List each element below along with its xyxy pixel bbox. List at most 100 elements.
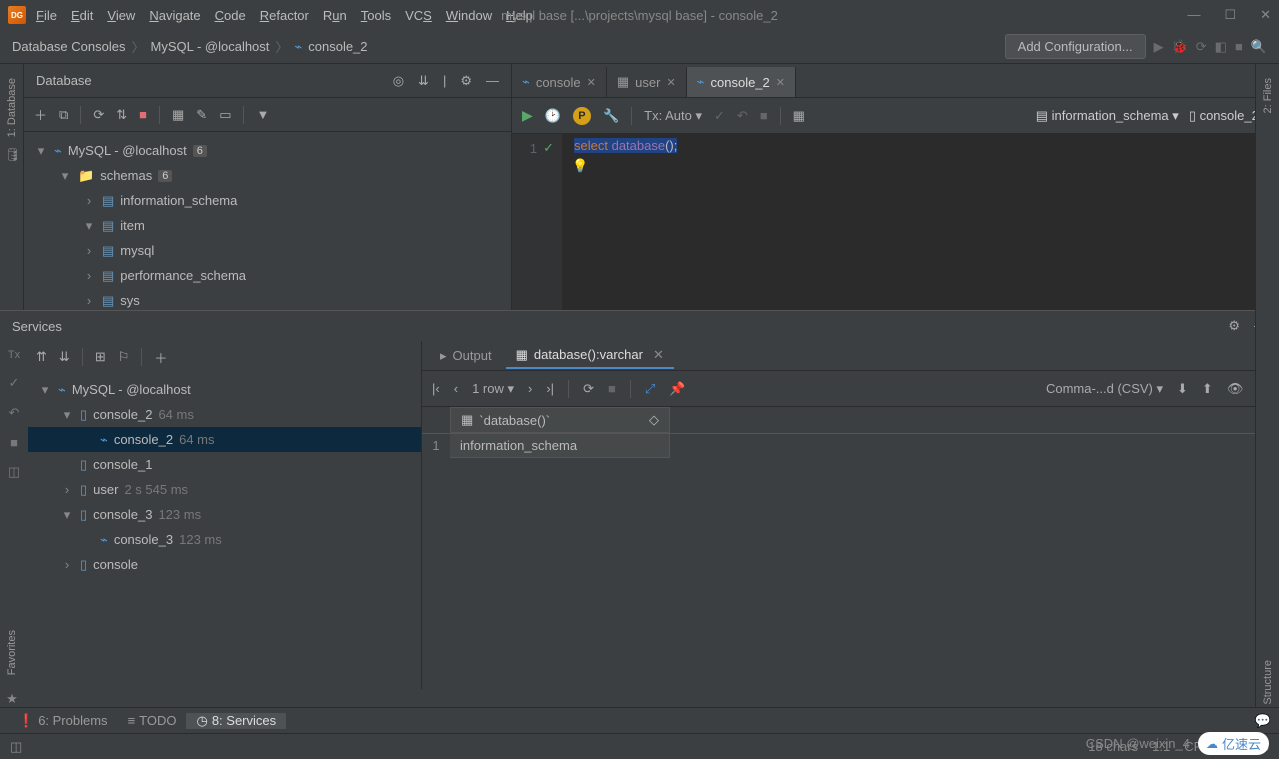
close-icon[interactable]: ✕ [776,76,785,89]
ddl-icon[interactable]: ▭ [219,107,231,123]
problems-tool-tab[interactable]: ❗6: Problems [8,713,118,729]
menu-view[interactable]: View [107,8,135,23]
add-configuration-button[interactable]: Add Configuration... [1005,34,1146,59]
svc-item[interactable]: ▾▯console_2 64 ms [28,402,421,427]
rollback-icon[interactable]: ↶ [737,108,748,124]
tab-result[interactable]: ▦database():varchar✕ [506,343,674,369]
view-icon[interactable]: ▦ [793,108,805,124]
collapse-icon[interactable]: ⇊ [418,73,429,89]
tree-schema-item[interactable]: ›▤mysql [24,238,511,263]
tag-icon[interactable]: ⚐ [118,349,130,365]
tab-console-2[interactable]: ⌁console_2✕ [687,67,796,97]
run-icon[interactable]: ▶ [1154,39,1164,55]
first-page-icon[interactable]: |‹ [432,381,440,396]
tx-icon[interactable]: Tx [8,349,20,361]
tree-schema-item[interactable]: ›▤information_schema [24,188,511,213]
menu-window[interactable]: Window [446,8,492,23]
stop-icon[interactable]: ■ [139,107,147,122]
duplicate-icon[interactable]: ⧉ [59,107,68,123]
last-page-icon[interactable]: ›| [546,381,554,396]
target-icon[interactable]: ◎ [393,73,404,89]
group-icon[interactable]: ⊞ [95,349,106,365]
edit-icon[interactable]: ✎ [196,107,207,123]
close-button[interactable]: ✕ [1260,7,1271,23]
close-icon[interactable]: ✕ [587,76,596,89]
breadcrumb-item[interactable]: Database Consoles [12,39,125,54]
tree-schemas[interactable]: ▾📁 schemas 6 [24,163,511,188]
schema-selector[interactable]: ▤ information_schema ▾ [1036,108,1179,124]
breadcrumb-item[interactable]: MySQL - @localhost [150,39,269,54]
prev-page-icon[interactable]: ‹ [454,381,458,396]
grid-cell[interactable]: information_schema [450,434,670,458]
collapse-icon[interactable]: ⇊ [59,349,70,365]
export-format[interactable]: Comma-...d (CSV) ▾ [1046,381,1163,397]
svc-item[interactable]: ⌁console_3 123 ms [28,527,421,552]
expand-icon[interactable]: ⇈ [36,349,47,365]
favorites-tool-tab[interactable]: Favorites [6,624,18,681]
menu-refactor[interactable]: Refactor [260,8,309,23]
menu-navigate[interactable]: Navigate [149,8,200,23]
history-icon[interactable]: 🕑 [545,108,561,124]
event-log-icon[interactable]: 💬 [1255,713,1271,729]
filter-icon[interactable]: ▼ [256,107,269,122]
svc-datasource[interactable]: ▾⌁MySQL - @localhost [28,377,421,402]
breadcrumb-item[interactable]: console_2 [308,39,367,54]
svc-item[interactable]: ›▯console [28,552,421,577]
close-icon[interactable]: ✕ [653,347,664,363]
profile-icon[interactable]: ◧ [1215,39,1227,55]
tree-schema-item[interactable]: ›▤sys [24,288,511,310]
code-editor[interactable]: 1✓ select database(); 💡 ✓ [512,134,1279,310]
services-tool-tab[interactable]: ◷8: Services [186,713,286,729]
check-icon[interactable]: ✓ [9,375,20,391]
search-icon[interactable]: 🔍 [1251,39,1267,55]
eye-icon[interactable]: 👁 [1227,381,1244,397]
wrench-icon[interactable]: 🔧 [603,108,619,124]
transpose-icon[interactable]: ⤢ [645,381,655,397]
tab-console[interactable]: ⌁console✕ [512,67,607,97]
tx-mode-dropdown[interactable]: Tx: Auto ▾ [644,108,702,124]
column-header[interactable]: ▦`database()`◇ [450,407,670,433]
menu-vcs[interactable]: VCS [405,8,432,23]
refresh-icon[interactable]: ⟳ [93,107,104,123]
tree-schema-item[interactable]: ›▤performance_schema [24,263,511,288]
next-page-icon[interactable]: › [528,381,532,396]
upload-icon[interactable]: ⬆ [1202,381,1213,397]
gear-icon[interactable]: ⚙ [460,73,472,89]
row-count[interactable]: 1 row ▾ [472,381,514,397]
sync-icon[interactable]: ⇅ [116,107,127,123]
add-icon[interactable]: ＋ [34,105,47,124]
stop-icon[interactable]: ■ [608,381,616,396]
layout-icon[interactable]: ◫ [8,464,20,480]
download-icon[interactable]: ⬇ [1177,381,1188,397]
svc-item[interactable]: ▯console_1 [28,452,421,477]
menu-code[interactable]: Code [215,8,246,23]
tab-output[interactable]: ▸Output [430,344,502,368]
commit-icon[interactable]: ✓ [714,108,725,124]
add-icon[interactable]: ＋ [154,348,167,367]
menu-file[interactable]: File [36,8,57,23]
table-icon[interactable]: ▦ [172,107,184,123]
tree-datasource[interactable]: ▾⌁ MySQL - @localhost 6 [24,138,511,163]
status-icon[interactable]: ◫ [10,739,22,755]
database-tool-tab[interactable]: 1: Database [6,72,18,143]
coverage-icon[interactable]: ⟳ [1196,39,1207,55]
hide-icon[interactable]: — [486,73,499,89]
bulb-icon[interactable]: 💡 [572,158,588,174]
pin-icon[interactable]: 📌 [669,381,685,397]
svc-item[interactable]: ›▯user 2 s 545 ms [28,477,421,502]
menu-edit[interactable]: Edit [71,8,93,23]
minimize-button[interactable]: — [1187,7,1200,23]
menu-tools[interactable]: Tools [361,8,391,23]
stop-icon[interactable]: ■ [760,108,768,123]
reload-icon[interactable]: ⟳ [583,381,594,397]
svc-item[interactable]: ⌁console_2 64 ms [28,427,421,452]
stop-icon[interactable]: ■ [1235,39,1243,54]
stop-icon[interactable]: ■ [10,435,18,450]
tree-schema-item[interactable]: ▾▤item [24,213,511,238]
close-icon[interactable]: ✕ [666,76,675,89]
run-button[interactable]: ▶ [522,107,533,124]
todo-tool-tab[interactable]: ≡TODO [118,713,187,728]
maximize-button[interactable]: ☐ [1224,7,1236,23]
result-grid[interactable]: ▦`database()`◇ 1 information_schema [422,407,1279,689]
gear-icon[interactable]: ⚙ [1228,318,1240,334]
